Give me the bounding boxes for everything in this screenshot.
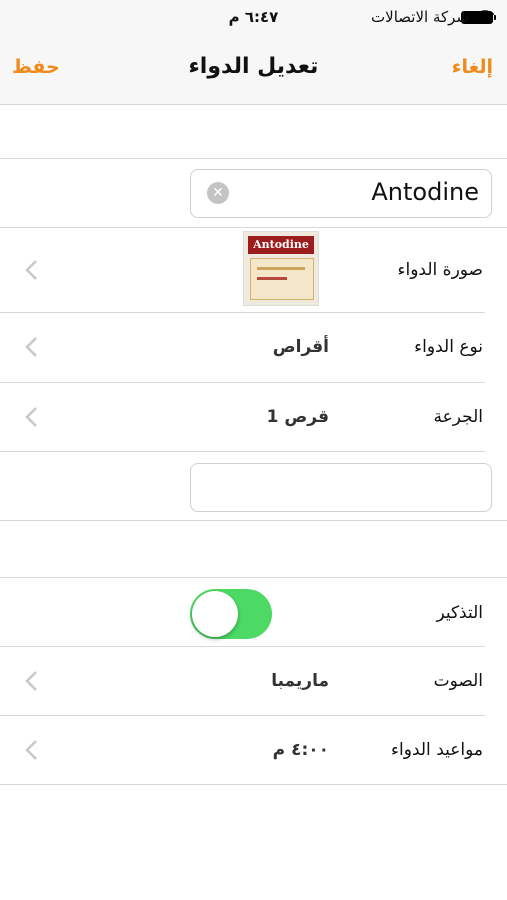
navigation-bar: حفظ تعديل الدواء إلغاء: [0, 34, 507, 105]
medicine-type-row[interactable]: أقراص نوع الدواء: [0, 313, 507, 381]
toggle-knob: [192, 591, 238, 637]
page-title: تعديل الدواء: [188, 54, 319, 79]
dose-label: الجرعة: [433, 407, 483, 427]
sound-row[interactable]: ماريمبا الصوت: [0, 647, 507, 715]
clear-icon[interactable]: ✕: [207, 182, 229, 204]
status-bar: ٦:٤٧ م شركة الاتصالات: [0, 0, 507, 34]
dose-row[interactable]: 1 قرص الجرعة: [0, 383, 507, 451]
cancel-button[interactable]: إلغاء: [452, 56, 493, 78]
divider: [0, 158, 507, 159]
sound-label: الصوت: [433, 671, 483, 691]
thumbnail-package: [250, 258, 314, 300]
schedule-label: مواعيد الدواء: [391, 740, 483, 760]
reminder-toggle[interactable]: [190, 589, 272, 639]
carrier-name: شركة الاتصالات: [371, 8, 469, 26]
chevron-icon: [25, 671, 37, 691]
chevron-icon: [25, 260, 37, 280]
medicine-image-thumbnail[interactable]: Antodine: [243, 231, 319, 306]
schedule-row[interactable]: ٤:٠٠ م مواعيد الدواء: [0, 716, 507, 784]
divider: [0, 451, 485, 452]
medicine-image-label: صورة الدواء: [397, 260, 484, 280]
chevron-icon: [25, 740, 37, 760]
wifi-icon: [475, 9, 495, 24]
medicine-type-value: أقراص: [272, 337, 329, 357]
divider: [0, 784, 507, 785]
medicine-name-field[interactable]: ✕ Antodine: [190, 169, 492, 218]
notes-field[interactable]: [190, 463, 492, 512]
schedule-value: ٤:٠٠ م: [272, 740, 329, 760]
thumbnail-brand: Antodine: [248, 236, 314, 254]
dose-value: 1 قرص: [266, 407, 329, 427]
medicine-name-value: Antodine: [371, 178, 479, 206]
divider: [0, 520, 507, 521]
chevron-icon: [25, 337, 37, 357]
medicine-type-label: نوع الدواء: [414, 337, 483, 357]
reminder-label: التذكير: [436, 603, 483, 623]
sound-value: ماريمبا: [271, 671, 329, 691]
chevron-icon: [25, 407, 37, 427]
carrier-group: شركة الاتصالات: [371, 8, 495, 26]
